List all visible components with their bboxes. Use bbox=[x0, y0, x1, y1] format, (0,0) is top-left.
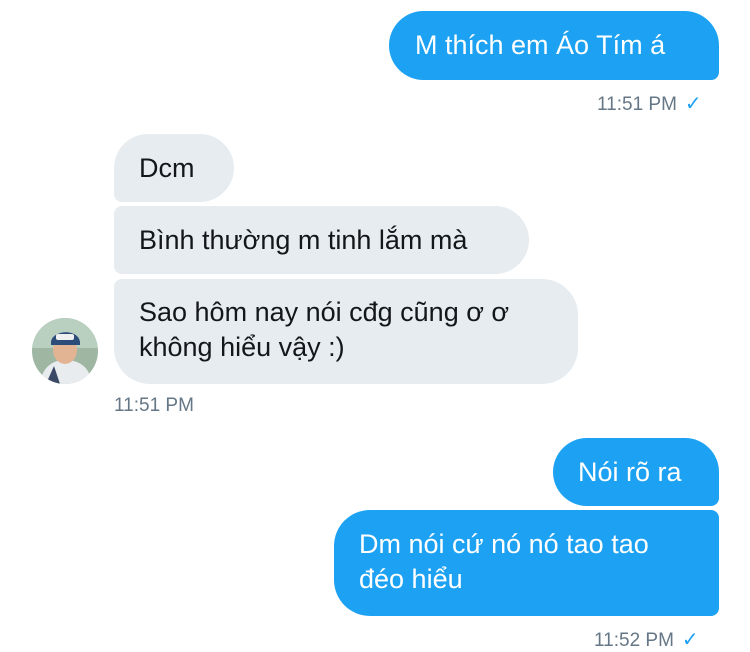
outgoing-message[interactable]: Dm nói cứ nó nó tao tao đéo hiểu bbox=[334, 510, 719, 616]
incoming-message[interactable]: Sao hôm nay nói cđg cũng ơ ơ không hiểu … bbox=[114, 279, 578, 384]
read-check-icon: ✓ bbox=[684, 93, 702, 115]
incoming-message[interactable]: Bình thường m tinh lắm mà bbox=[114, 206, 529, 274]
timestamp: 11:51 PM ✓ bbox=[597, 91, 702, 116]
message-text-line: không hiểu vậy :) bbox=[139, 332, 345, 362]
outgoing-message[interactable]: Nói rõ ra bbox=[553, 438, 719, 506]
timestamp-text: 11:52 PM bbox=[594, 630, 674, 651]
message-text: Dcm bbox=[139, 153, 195, 183]
timestamp-text: 11:51 PM bbox=[597, 94, 677, 115]
read-check-icon: ✓ bbox=[681, 629, 699, 651]
message-text-line: đéo hiểu bbox=[359, 564, 463, 594]
outgoing-message[interactable]: M thích em Áo Tím á bbox=[389, 11, 719, 80]
timestamp: 11:51 PM bbox=[114, 395, 194, 417]
message-text: Nói rõ ra bbox=[578, 457, 682, 487]
message-text: Bình thường m tinh lắm mà bbox=[139, 225, 468, 255]
message-text-line: Sao hôm nay nói cđg cũng ơ ơ bbox=[139, 297, 510, 327]
message-text: M thích em Áo Tím á bbox=[415, 30, 666, 60]
message-text-line: Dm nói cứ nó nó tao tao bbox=[359, 529, 649, 559]
avatar[interactable] bbox=[32, 318, 98, 384]
timestamp-text: 11:51 PM bbox=[114, 395, 194, 416]
incoming-message[interactable]: Dcm bbox=[114, 134, 234, 202]
avatar-image bbox=[32, 318, 98, 384]
timestamp: 11:52 PM ✓ bbox=[594, 627, 699, 652]
